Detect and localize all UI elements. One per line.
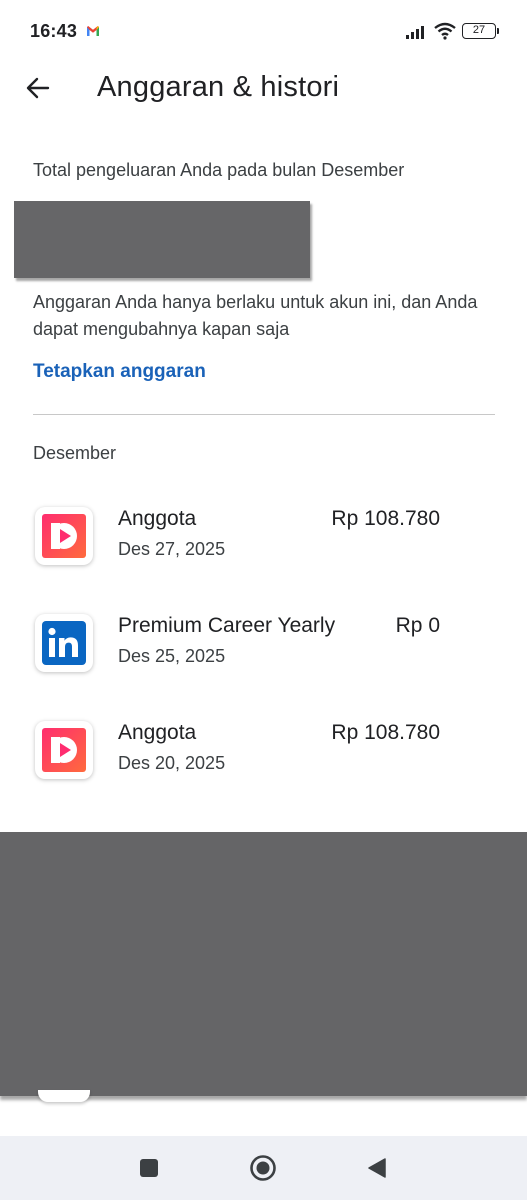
redacted-region [0,832,527,1096]
status-bar: 16:43 27 [0,0,527,62]
system-nav-bar [0,1136,527,1200]
app-icon-partial [38,1090,90,1102]
transaction-row[interactable]: Anggota Des 27, 2025 Rp 108.780 [0,507,527,597]
set-budget-link[interactable]: Tetapkan anggaran [33,361,206,383]
status-time: 16:43 [30,21,78,41]
transaction-amount: Rp 0 [395,614,440,637]
home-button[interactable] [248,1153,278,1183]
gmail-icon [87,26,99,36]
circle-home-icon [250,1155,276,1181]
transaction-row[interactable]: Premium Career Yearly Des 25, 2025 Rp 0 [0,614,527,704]
transaction-row[interactable]: Anggota Des 20, 2025 Rp 108.780 [0,721,527,811]
spending-summary-label: Total pengeluaran Anda pada bulan Desemb… [33,160,405,180]
transaction-date: Des 25, 2025 [118,646,226,666]
page-title: Anggaran & histori [97,71,340,103]
back-button[interactable] [20,70,56,106]
back-nav-button[interactable] [362,1153,392,1183]
transaction-amount: Rp 108.780 [331,507,440,530]
wifi-icon [434,22,456,40]
transaction-name: Premium Career Yearly [118,614,336,637]
play-app-icon [35,721,93,779]
transaction-name: Anggota [118,721,197,744]
linkedin-icon [35,614,93,672]
transaction-date: Des 20, 2025 [118,753,226,773]
play-app-icon [35,507,93,565]
transaction-name: Anggota [118,507,197,530]
arrow-left-icon [26,77,50,99]
redacted-amount [14,201,310,278]
recents-button[interactable] [134,1153,164,1183]
transaction-amount: Rp 108.780 [331,721,440,744]
month-header: Desember [33,443,117,463]
signal-icon [406,26,424,39]
budget-note: Anggaran Anda hanya berlaku untuk akun i… [33,292,478,339]
triangle-back-icon [368,1158,386,1178]
divider [33,414,495,415]
transaction-date: Des 27, 2025 [118,539,226,559]
battery-icon: 27 [462,23,499,39]
square-icon [140,1159,158,1177]
battery-level: 27 [472,24,486,36]
